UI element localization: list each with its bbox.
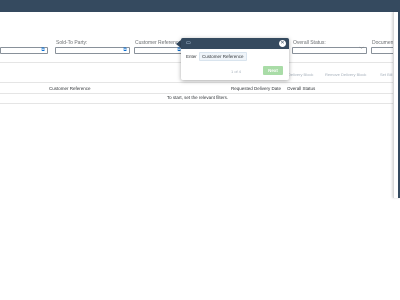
- value-help-icon[interactable]: ⧉: [40, 48, 46, 53]
- sold-to-party-label: Sold-To Party:: [56, 40, 88, 46]
- next-button[interactable]: Next: [263, 66, 283, 75]
- shell-bar: [0, 0, 400, 12]
- set-delivery-block-button[interactable]: Delivery Block: [288, 72, 313, 77]
- remove-delivery-block-button[interactable]: Remove Delivery Block: [325, 72, 366, 77]
- popover-header: ▭ ✕: [181, 38, 289, 49]
- document-label: Document: [372, 40, 395, 46]
- popover-step-counter: 1 of 4: [231, 69, 242, 74]
- overall-status-select[interactable]: ﹀: [292, 47, 367, 54]
- column-header-requested-delivery-date[interactable]: Requested Delivery Date: [231, 86, 281, 91]
- set-billing-block-button[interactable]: Set Bill: [380, 72, 392, 77]
- sold-to-party-input[interactable]: ⧉: [55, 47, 130, 54]
- popover-enter-label: Enter: [186, 54, 197, 59]
- tour-icon: ▭: [186, 40, 191, 46]
- column-header-overall-status[interactable]: Overall Status: [287, 86, 315, 91]
- chevron-down-icon: ﹀: [358, 47, 364, 53]
- column-header-customer-reference[interactable]: Customer Reference: [49, 86, 91, 91]
- first-filter-input[interactable]: ⧉: [0, 47, 48, 54]
- table-empty-message: To start, set the relevant filters.: [0, 93, 395, 104]
- popover-field-chip: Customer Reference: [199, 52, 247, 61]
- close-icon[interactable]: ✕: [279, 40, 286, 47]
- overall-status-label: Overall Status:: [293, 40, 326, 46]
- customer-reference-input[interactable]: ⧉: [134, 47, 184, 54]
- value-help-icon[interactable]: ⧉: [122, 48, 128, 53]
- guided-tour-popover: ▭ ✕ Enter Customer Reference 1 of 4 Next: [181, 38, 289, 80]
